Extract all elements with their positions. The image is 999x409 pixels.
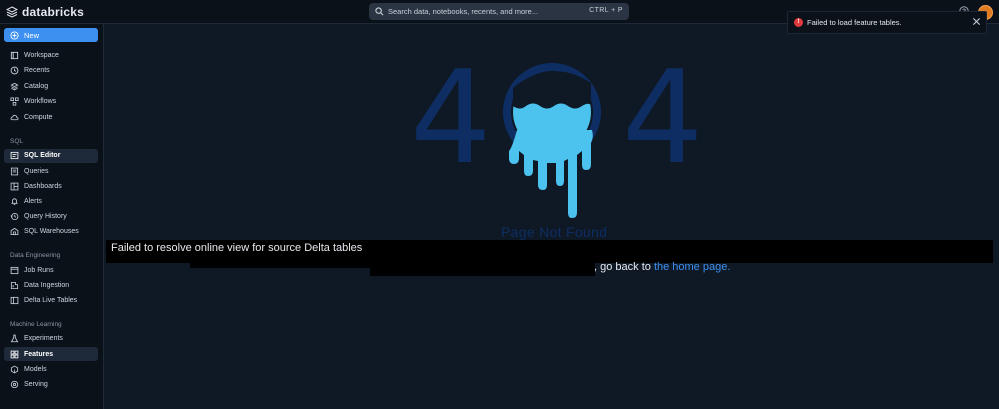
brand-name: databricks: [22, 5, 85, 19]
toast-message: Failed to load feature tables.: [807, 18, 902, 27]
databricks-logo-icon: [6, 6, 18, 18]
sidebar-item-label: Catalog: [24, 82, 49, 90]
search-input[interactable]: Search data, notebooks, recents, and mor…: [369, 3, 629, 20]
sidebar-item-label: Serving: [24, 380, 48, 388]
sidebar-item-label: Data Ingestion: [24, 281, 70, 289]
sidebar-item-label: Dashboards: [24, 182, 62, 190]
sidebar-section-machine-learning: Machine Learning: [10, 321, 62, 328]
queries-icon: [10, 167, 19, 175]
digit-four-right: 4: [622, 44, 704, 193]
digit-four-left: 4: [410, 44, 492, 193]
close-icon[interactable]: [972, 17, 981, 26]
go-home-prefix: , go back to: [594, 261, 654, 273]
sidebar-item-delta-live-tables[interactable]: Delta Live Tables: [4, 293, 98, 307]
sidebar-item-features[interactable]: Features: [4, 347, 98, 361]
sidebar-section-data-engineering: Data Engineering: [10, 252, 61, 259]
search-icon: [375, 7, 384, 16]
sidebar-item-query-history[interactable]: Query History: [4, 209, 98, 223]
not-found-illustration: 4 4: [410, 44, 704, 235]
sidebar-item-workspace[interactable]: Workspace: [4, 48, 98, 62]
error-message-bar-lower: [190, 263, 370, 268]
error-icon: !: [794, 18, 803, 27]
sidebar-item-label: Query History: [24, 212, 67, 220]
error-message-text: Failed to resolve online view for source…: [111, 242, 363, 254]
sidebar-item-label: SQL Warehouses: [24, 227, 79, 235]
dashboard-icon: [10, 182, 19, 190]
job-runs-icon: [10, 266, 19, 274]
sidebar-item-label: Alerts: [24, 197, 42, 205]
cloud-icon: [10, 114, 19, 120]
error-toast: ! Failed to load feature tables.: [787, 11, 987, 34]
sidebar-item-label: Workspace: [24, 51, 59, 59]
serving-icon: [10, 380, 19, 388]
sidebar-item-catalog[interactable]: Catalog: [4, 79, 98, 93]
workspace-icon: [10, 51, 19, 59]
databricks-logo[interactable]: databricks: [6, 4, 84, 20]
history-icon: [10, 212, 19, 220]
sidebar-item-dashboards[interactable]: Dashboards: [4, 179, 98, 193]
plus-circle-icon: [10, 30, 19, 40]
sidebar-item-label: Queries: [24, 167, 49, 175]
flask-icon: [10, 334, 19, 343]
ingestion-icon: [10, 281, 19, 289]
sql-editor-icon: [10, 151, 19, 160]
features-icon: [10, 350, 19, 358]
sidebar-item-sql-warehouses[interactable]: SQL Warehouses: [4, 224, 98, 238]
error-message-bar-lower-right: [370, 263, 595, 276]
sidebar-item-compute[interactable]: Compute: [4, 110, 98, 124]
sidebar-item-sql-editor[interactable]: SQL Editor: [4, 148, 98, 163]
warehouse-icon: [10, 227, 19, 235]
sidebar-item-label: SQL Editor: [24, 152, 61, 159]
sidebar-item-label: Experiments: [24, 335, 63, 342]
sidebar-item-workflows[interactable]: Workflows: [4, 95, 98, 109]
sidebar-item-label: Models: [24, 365, 47, 373]
catalog-icon: [10, 82, 19, 90]
sidebar-item-queries[interactable]: Queries: [4, 164, 98, 178]
sidebar-item-label: Features: [24, 350, 54, 358]
new-button-label: New: [24, 30, 40, 40]
new-button[interactable]: New: [4, 28, 98, 42]
melting-zero-icon: [503, 63, 601, 218]
sidebar-section-sql: SQL: [10, 138, 24, 145]
workflows-icon: [10, 97, 19, 106]
sidebar-item-models[interactable]: Models: [4, 362, 98, 376]
search-placeholder: Search data, notebooks, recents, and mor…: [388, 7, 539, 16]
bell-icon: [11, 197, 18, 205]
sidebar-item-recents[interactable]: Recents: [4, 64, 98, 78]
sidebar-item-label: Job Runs: [24, 266, 54, 274]
sidebar-item-label: Recents: [24, 67, 50, 74]
clock-icon: [10, 66, 19, 75]
page-not-found-heading: Page Not Found: [501, 224, 608, 240]
sidebar-item-job-runs[interactable]: Job Runs: [4, 263, 98, 277]
sidebar-item-label: Delta Live Tables: [24, 296, 78, 304]
sidebar-item-serving[interactable]: Serving: [4, 377, 98, 391]
go-home-text: , go back to the home page.: [594, 261, 730, 273]
delta-live-tables-icon: [10, 296, 19, 304]
search-shortcut: CTRL + P: [589, 7, 623, 14]
sidebar-item-label: Workflows: [24, 98, 57, 105]
sidebar-item-label: Compute: [24, 113, 53, 121]
home-page-link[interactable]: the home page.: [654, 261, 730, 273]
sidebar-item-alerts[interactable]: Alerts: [4, 194, 98, 208]
sidebar-item-experiments[interactable]: Experiments: [4, 332, 98, 346]
sidebar-item-data-ingestion[interactable]: Data Ingestion: [4, 278, 98, 292]
models-icon: [10, 365, 19, 373]
sidebar: New Workspace Recents Catalog Workflows …: [0, 24, 104, 409]
